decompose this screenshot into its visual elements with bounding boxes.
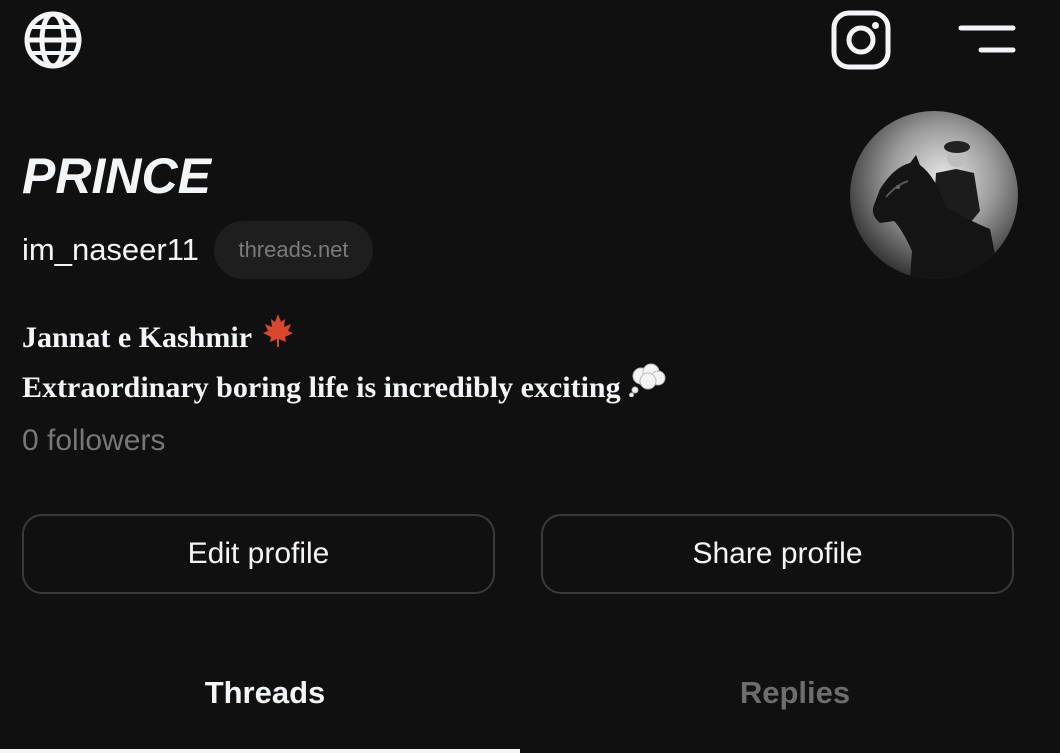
domain-badge[interactable]: threads.net — [214, 221, 373, 279]
menu-icon[interactable] — [956, 20, 1018, 60]
display-name: PRINCE — [22, 148, 211, 204]
bio-line-1-text: Jannat e Kashmir — [22, 320, 253, 354]
bio-line-2-text: Extraordinary boring life is incredibly … — [22, 370, 621, 404]
bio: Jannat e Kashmir Extraordinary boring li… — [22, 312, 667, 412]
globe-icon[interactable] — [22, 9, 84, 71]
bio-line-2: Extraordinary boring life is incredibly … — [22, 363, 667, 412]
tab-threads[interactable]: Threads — [0, 666, 530, 720]
share-profile-button[interactable]: Share profile — [541, 514, 1014, 594]
instagram-icon[interactable] — [830, 9, 892, 71]
bio-line-1: Jannat e Kashmir — [22, 312, 667, 363]
maple-leaf-icon — [260, 312, 296, 363]
active-tab-indicator — [0, 749, 520, 753]
followers-count[interactable]: 0 followers — [22, 420, 165, 462]
username: im_naseer11 — [22, 232, 199, 267]
edit-profile-button[interactable]: Edit profile — [22, 514, 495, 594]
avatar[interactable] — [850, 111, 1018, 279]
tab-replies[interactable]: Replies — [530, 666, 1060, 720]
thought-balloon-icon — [628, 363, 667, 412]
